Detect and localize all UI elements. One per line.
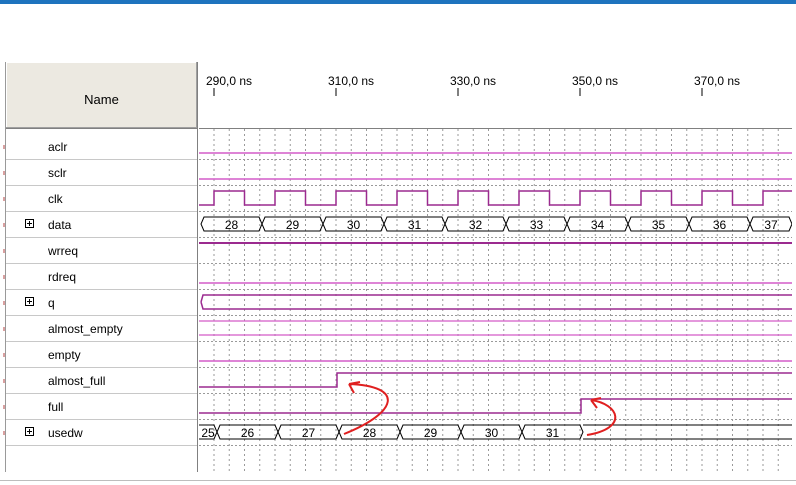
signal-row-almost-full[interactable]: almost_full: [3, 368, 197, 394]
row-marker: [3, 145, 5, 149]
data-bus-value: 31: [408, 218, 422, 232]
signal-row-q[interactable]: q: [3, 290, 197, 316]
usedw-bus-value: 30: [485, 426, 499, 440]
row-marker: [3, 431, 5, 435]
signal-row-wrreq[interactable]: wrreq: [3, 238, 197, 264]
signal-name: sclr: [48, 166, 67, 180]
usedw-bus-value: 25: [201, 426, 215, 440]
row-marker: [3, 405, 5, 409]
usedw-bus-value: 29: [424, 426, 438, 440]
signal-row-aclr[interactable]: aclr: [3, 134, 197, 160]
signal-name: almost_full: [48, 374, 106, 388]
waveform-window: Name aclr sclr clk data wrreq rdreq q almost_em…: [3, 62, 792, 472]
row-marker: [3, 353, 5, 357]
name-column-label: Name: [84, 92, 119, 107]
data-bus-value: 28: [225, 218, 239, 232]
signal-name: aclr: [48, 140, 68, 154]
row-marker: [3, 327, 5, 331]
usedw-bus-value: 26: [241, 426, 255, 440]
row-marker: [3, 301, 5, 305]
signal-name: usedw: [48, 426, 83, 440]
usedw-bus-value: 28: [363, 426, 377, 440]
data-bus-value: 33: [530, 218, 544, 232]
signal-name: data: [48, 218, 72, 232]
data-bus-value: 29: [286, 218, 300, 232]
signal-name: clk: [48, 192, 63, 206]
row-marker: [3, 249, 5, 253]
signal-name: almost_empty: [48, 322, 123, 336]
signal-name: full: [48, 400, 64, 414]
q-waveform: [200, 294, 792, 310]
signal-row-almost-empty[interactable]: almost_empty: [3, 316, 197, 342]
row-marker: [3, 197, 5, 201]
signal-row-data[interactable]: data: [3, 212, 197, 238]
signal-row-sclr[interactable]: sclr: [3, 160, 197, 186]
signal-name: empty: [48, 348, 81, 362]
data-bus-value: 34: [591, 218, 605, 232]
expand-plus-icon[interactable]: [25, 297, 34, 306]
row-marker: [3, 379, 5, 383]
signal-row-rdreq[interactable]: rdreq: [3, 264, 197, 290]
usedw-bus-value: 31: [546, 426, 560, 440]
signal-name: q: [48, 296, 55, 310]
signal-row-clk[interactable]: clk: [3, 186, 197, 212]
data-bus-value: 30: [347, 218, 361, 232]
data-bus-value: 32: [469, 218, 483, 232]
expand-plus-icon[interactable]: [25, 427, 34, 436]
name-column-header[interactable]: Name: [6, 62, 197, 129]
signal-row-usedw[interactable]: usedw: [3, 420, 197, 446]
signal-name-panel: Name aclr sclr clk data wrreq rdreq q almost_em…: [3, 62, 198, 472]
usedw-bus-value: 27: [302, 426, 316, 440]
bottom-rule: [0, 480, 796, 481]
clk-waveform: [199, 190, 792, 206]
data-bus-value: 37: [764, 218, 778, 232]
row-marker: [3, 275, 5, 279]
causal-arrow-full: [586, 399, 617, 436]
data-bus-value: 35: [652, 218, 666, 232]
signal-row-full[interactable]: full: [3, 394, 197, 420]
data-bus-value: 36: [713, 218, 727, 232]
signal-name: rdreq: [48, 270, 77, 284]
row-marker: [3, 171, 5, 175]
top-accent-bar: [0, 0, 796, 4]
row-marker: [3, 223, 5, 227]
expand-plus-icon[interactable]: [25, 219, 34, 228]
waveform-panel[interactable]: 290,0 ns 310,0 ns 330,0 ns 350,0 ns 370,…: [199, 62, 792, 472]
waveform-canvas[interactable]: 28 29 30 31 32 33 34 35 36 37 25 26 27 28 29 30 31: [199, 62, 792, 472]
signal-row-empty[interactable]: empty: [3, 342, 197, 368]
almost-full-waveform: [199, 372, 792, 388]
full-waveform: [199, 398, 792, 414]
signal-name: wrreq: [48, 244, 79, 258]
